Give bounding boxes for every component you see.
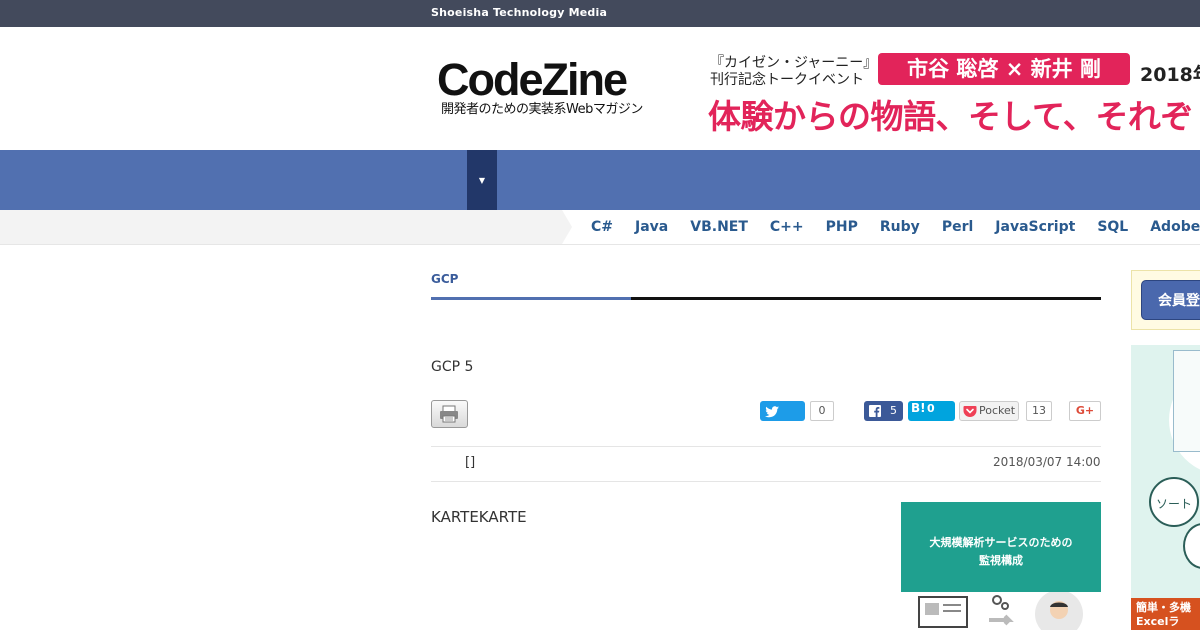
pocket-count: 13 [1026,401,1052,421]
google-plus-icon: G+ [1075,404,1095,417]
pocket-label: Pocket [979,404,1016,417]
print-button[interactable] [431,400,468,428]
lang-link-adobe[interactable]: Adobe [1150,219,1200,235]
category-label[interactable]: GCP [431,272,458,286]
hatena-icon: B! [911,401,926,415]
nav-dropdown-toggle[interactable]: ▼ [467,150,497,210]
printer-icon [440,405,458,423]
member-register-button[interactable]: 会員登 [1141,280,1200,320]
monitoring-illustration [918,592,1083,630]
meta-divider-bottom [431,481,1101,482]
sidebar-ad-band-line-2: Excelラ [1136,615,1180,628]
meta-divider-top [431,446,1101,447]
facebook-icon [869,405,881,417]
inline-image-caption-1: 大規模解析サービスのための [929,536,1073,549]
twitter-count: 0 [810,401,834,421]
pocket-button[interactable]: Pocket [959,401,1019,421]
sidebar-ad-band-line-1: 簡単・多機 [1136,601,1191,614]
gear-icon [992,595,1002,605]
lang-link-perl[interactable]: Perl [942,219,973,235]
inline-image-caption-2: 監視構成 [979,554,1023,567]
lang-link-php[interactable]: PHP [826,219,858,235]
facebook-count: 5 [890,404,897,417]
spreadsheet-icon [1173,350,1200,452]
article-author: [] [465,455,476,470]
facebook-share-button[interactable]: 5 [864,401,903,421]
twitter-icon [765,406,779,418]
site-logo[interactable]: CodeZine [437,56,628,104]
hatena-bookmark-button[interactable]: B! 0 [908,401,955,421]
sidebar-ad-bubble: ソート [1149,477,1199,527]
sidebar-ad[interactable]: ソート 簡単・多機 Excelラ [1131,345,1200,630]
network-brand-link[interactable]: Shoeisha Technology Media [431,6,607,19]
category-underline-accent [431,297,631,300]
banner-speakers: 市谷 聡啓 × 新井 剛 [878,53,1130,85]
pocket-icon [963,406,977,417]
language-bar-arrow [562,210,572,244]
lang-link-vbnet[interactable]: VB.NET [690,219,748,235]
lang-link-csharp[interactable]: C# [591,219,613,235]
lang-link-javascript[interactable]: JavaScript [995,219,1075,235]
lang-link-sql[interactable]: SQL [1097,219,1128,235]
article-lead: KARTEKARTE [431,508,527,526]
site-tagline: 開発者のための実装系Webマガジン [441,102,643,117]
sidebar-ad-band: 簡単・多機 Excelラ [1131,598,1200,630]
lang-link-ruby[interactable]: Ruby [880,219,920,235]
article-inline-image[interactable]: 大規模解析サービスのための 監視構成 [901,502,1101,630]
banner-headline: 体験からの物語、そして、それぞ [708,97,1193,134]
chevron-down-icon: ▼ [478,176,486,185]
language-links: C# Java VB.NET C++ PHP Ruby Perl JavaScr… [591,219,1200,235]
main-nav [0,150,1200,210]
lang-link-java[interactable]: Java [635,219,668,235]
hatena-count: 0 [927,402,935,415]
article-date: 2018/03/07 14:00 [993,455,1101,469]
banner-line-2: 刊行記念トークイベント [710,72,864,88]
article-title: GCP 5 [431,359,474,375]
sidebar-ad-bubble-2 [1183,523,1200,569]
language-bar-label-area [0,210,562,244]
lang-link-cpp[interactable]: C++ [770,219,804,235]
header-banner-ad[interactable]: 『カイゼン・ジャーニー』 刊行記念トークイベント 市谷 聡啓 × 新井 剛 20… [700,46,1200,134]
twitter-share-button[interactable] [760,401,805,421]
google-plus-button[interactable]: G+ [1069,401,1101,421]
banner-year: 2018年 [1140,64,1200,86]
